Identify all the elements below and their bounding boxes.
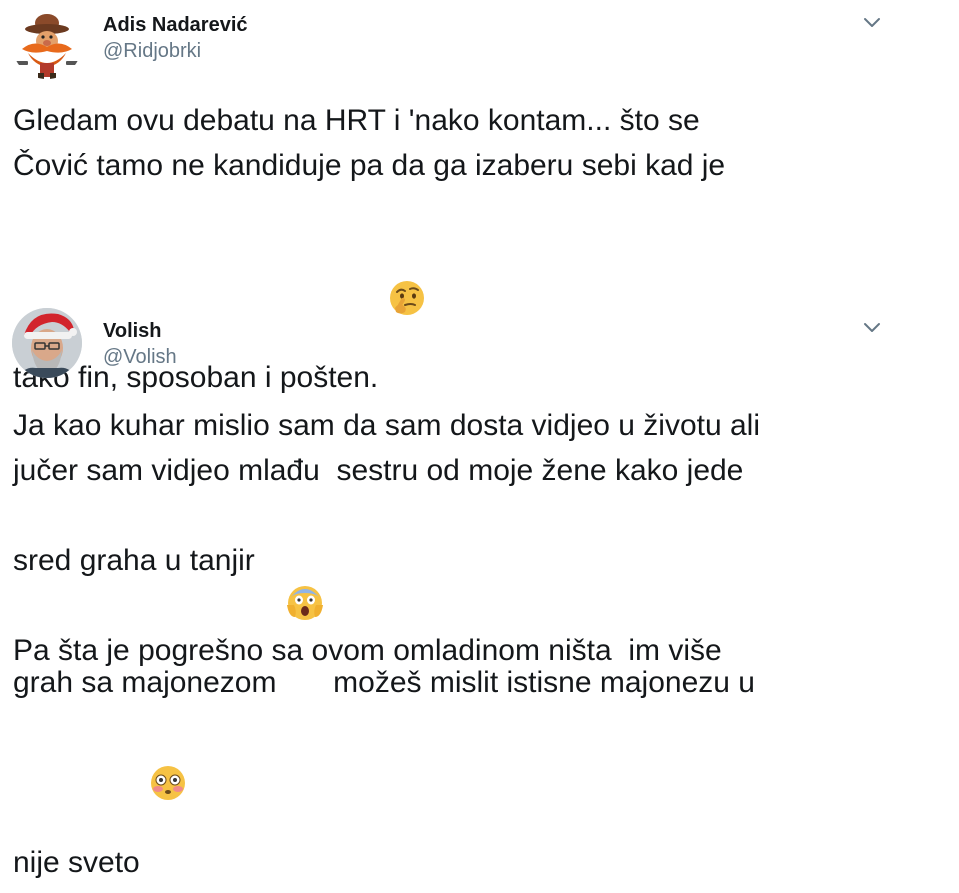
- tweet-text-line: Čović tamo ne kandiduje pa da ga izaberu…: [13, 149, 726, 182]
- tweet-text-line: sred graha u tanjir: [13, 544, 255, 577]
- tweet-menu-button[interactable]: [858, 12, 886, 34]
- tweet[interactable]: Adis Nadarević @Ridjobrki Gledam ovu deb…: [0, 0, 959, 394]
- santa-hat-man-avatar-icon: [12, 308, 82, 378]
- tweet-text: Gledam ovu debatu na HRT i 'nako kontam.…: [13, 98, 948, 394]
- tweet-text-fragment: nije sveto: [13, 846, 149, 879]
- tweet-text-line: tako fin, sposoban i pošten.: [13, 188, 948, 394]
- avatar[interactable]: [12, 308, 82, 378]
- paragraph-break: [13, 583, 948, 628]
- tweet-menu-button[interactable]: [858, 317, 886, 339]
- tweet-text-line: Gledam ovu debatu na HRT i 'nako kontam.…: [13, 104, 700, 137]
- thinking-face-emoji-icon: [387, 188, 427, 315]
- tweet-text-line: Pa šta je pogrešno sa ovom omladinom niš…: [13, 634, 722, 667]
- tweet-author[interactable]: Adis Nadarević @Ridjobrki: [103, 12, 248, 64]
- flushed-face-emoji-icon: [148, 673, 188, 800]
- face-screaming-in-fear-emoji-icon: [285, 493, 325, 620]
- tweet-text-line: grah sa majonezom možeš mislit istisne m…: [13, 493, 948, 699]
- tweet[interactable]: Volish @Volish Ja kao kuhar mislio sam d…: [0, 300, 959, 879]
- chevron-down-icon: [864, 323, 880, 332]
- author-handle[interactable]: @Volish: [103, 344, 177, 370]
- tweet-text: Ja kao kuhar mislio sam da sam dosta vid…: [13, 403, 948, 879]
- author-display-name[interactable]: Adis Nadarević: [103, 12, 248, 38]
- tweet-author[interactable]: Volish @Volish: [103, 318, 177, 370]
- author-handle[interactable]: @Ridjobrki: [103, 38, 248, 64]
- author-display-name[interactable]: Volish: [103, 318, 177, 344]
- avatar[interactable]: [12, 9, 82, 79]
- tweet-text-line: Ja kao kuhar mislio sam da sam dosta vid…: [13, 409, 761, 442]
- cartoon-cowboy-avatar-icon: [12, 9, 82, 79]
- chevron-down-icon: [864, 18, 880, 27]
- tweet-text-line: jučer sam vidjeo mlađu sestru od moje že…: [13, 454, 744, 487]
